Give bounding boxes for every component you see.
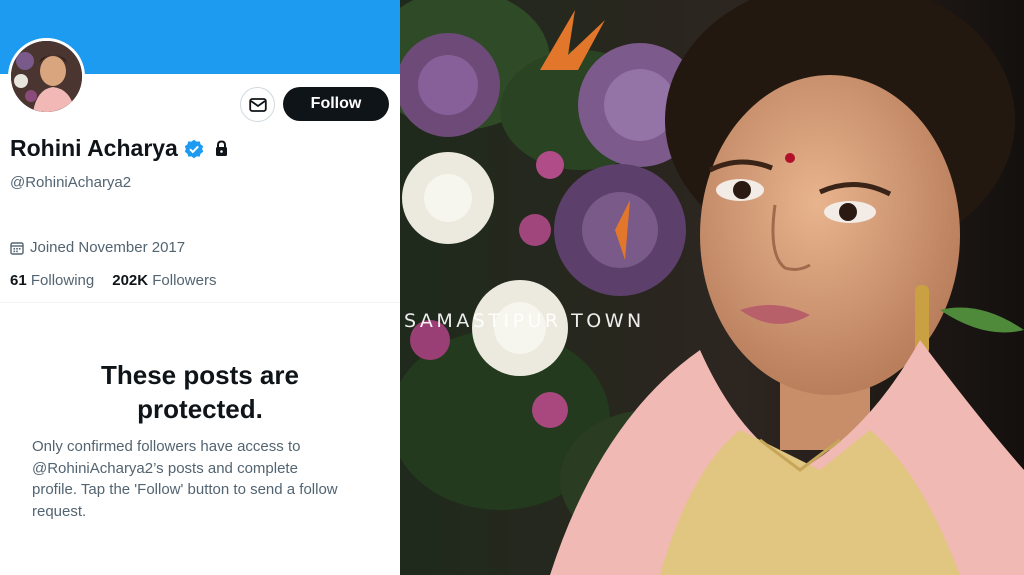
divider xyxy=(0,302,400,303)
profile-handle: @RohiniAcharya2 xyxy=(10,174,132,191)
protected-description: Only confirmed followers have access to … xyxy=(32,436,378,522)
following-label: Following xyxy=(30,272,95,289)
protected-body-line: Only confirmed followers have access to xyxy=(32,438,301,455)
calendar-icon xyxy=(10,241,24,255)
protected-title-line: These posts are xyxy=(101,360,299,390)
protected-title-line: protected. xyxy=(137,394,263,424)
protected-body-line: @RohiniAcharya2’s posts and complete xyxy=(32,459,298,477)
followers-count: 202K xyxy=(112,272,149,289)
joined-label: Joined November 2017 xyxy=(30,239,186,256)
protected-body-line: profile. Tap the 'Follow' button to send… xyxy=(32,481,338,498)
followers-label: Followers xyxy=(152,272,217,289)
profile-name-row: Rohini Acharya xyxy=(10,135,229,162)
display-name: Rohini Acharya xyxy=(10,135,178,161)
verified-badge-icon xyxy=(184,139,204,158)
avatar[interactable] xyxy=(8,38,85,115)
twitter-profile-panel: Follow Rohini Acharya @RohiniAcharya2 Jo… xyxy=(0,0,400,575)
protected-body-line: request. xyxy=(32,502,87,520)
protected-title: These posts are protected. xyxy=(0,358,400,426)
watermark-text: SAMASTIPUR TOWN xyxy=(404,310,645,332)
followers-link[interactable]: 202K Followers xyxy=(112,272,216,289)
profile-photo xyxy=(400,0,1024,575)
follow-button[interactable]: Follow xyxy=(283,87,389,121)
joined-date: Joined November 2017 xyxy=(10,239,185,256)
lock-icon xyxy=(215,140,227,156)
following-link[interactable]: 61 Following xyxy=(10,272,94,289)
message-button[interactable] xyxy=(240,87,275,122)
follow-stats: 61 Following 202K Followers xyxy=(10,272,216,289)
envelope-icon xyxy=(248,97,267,112)
following-count: 61 xyxy=(10,272,27,289)
